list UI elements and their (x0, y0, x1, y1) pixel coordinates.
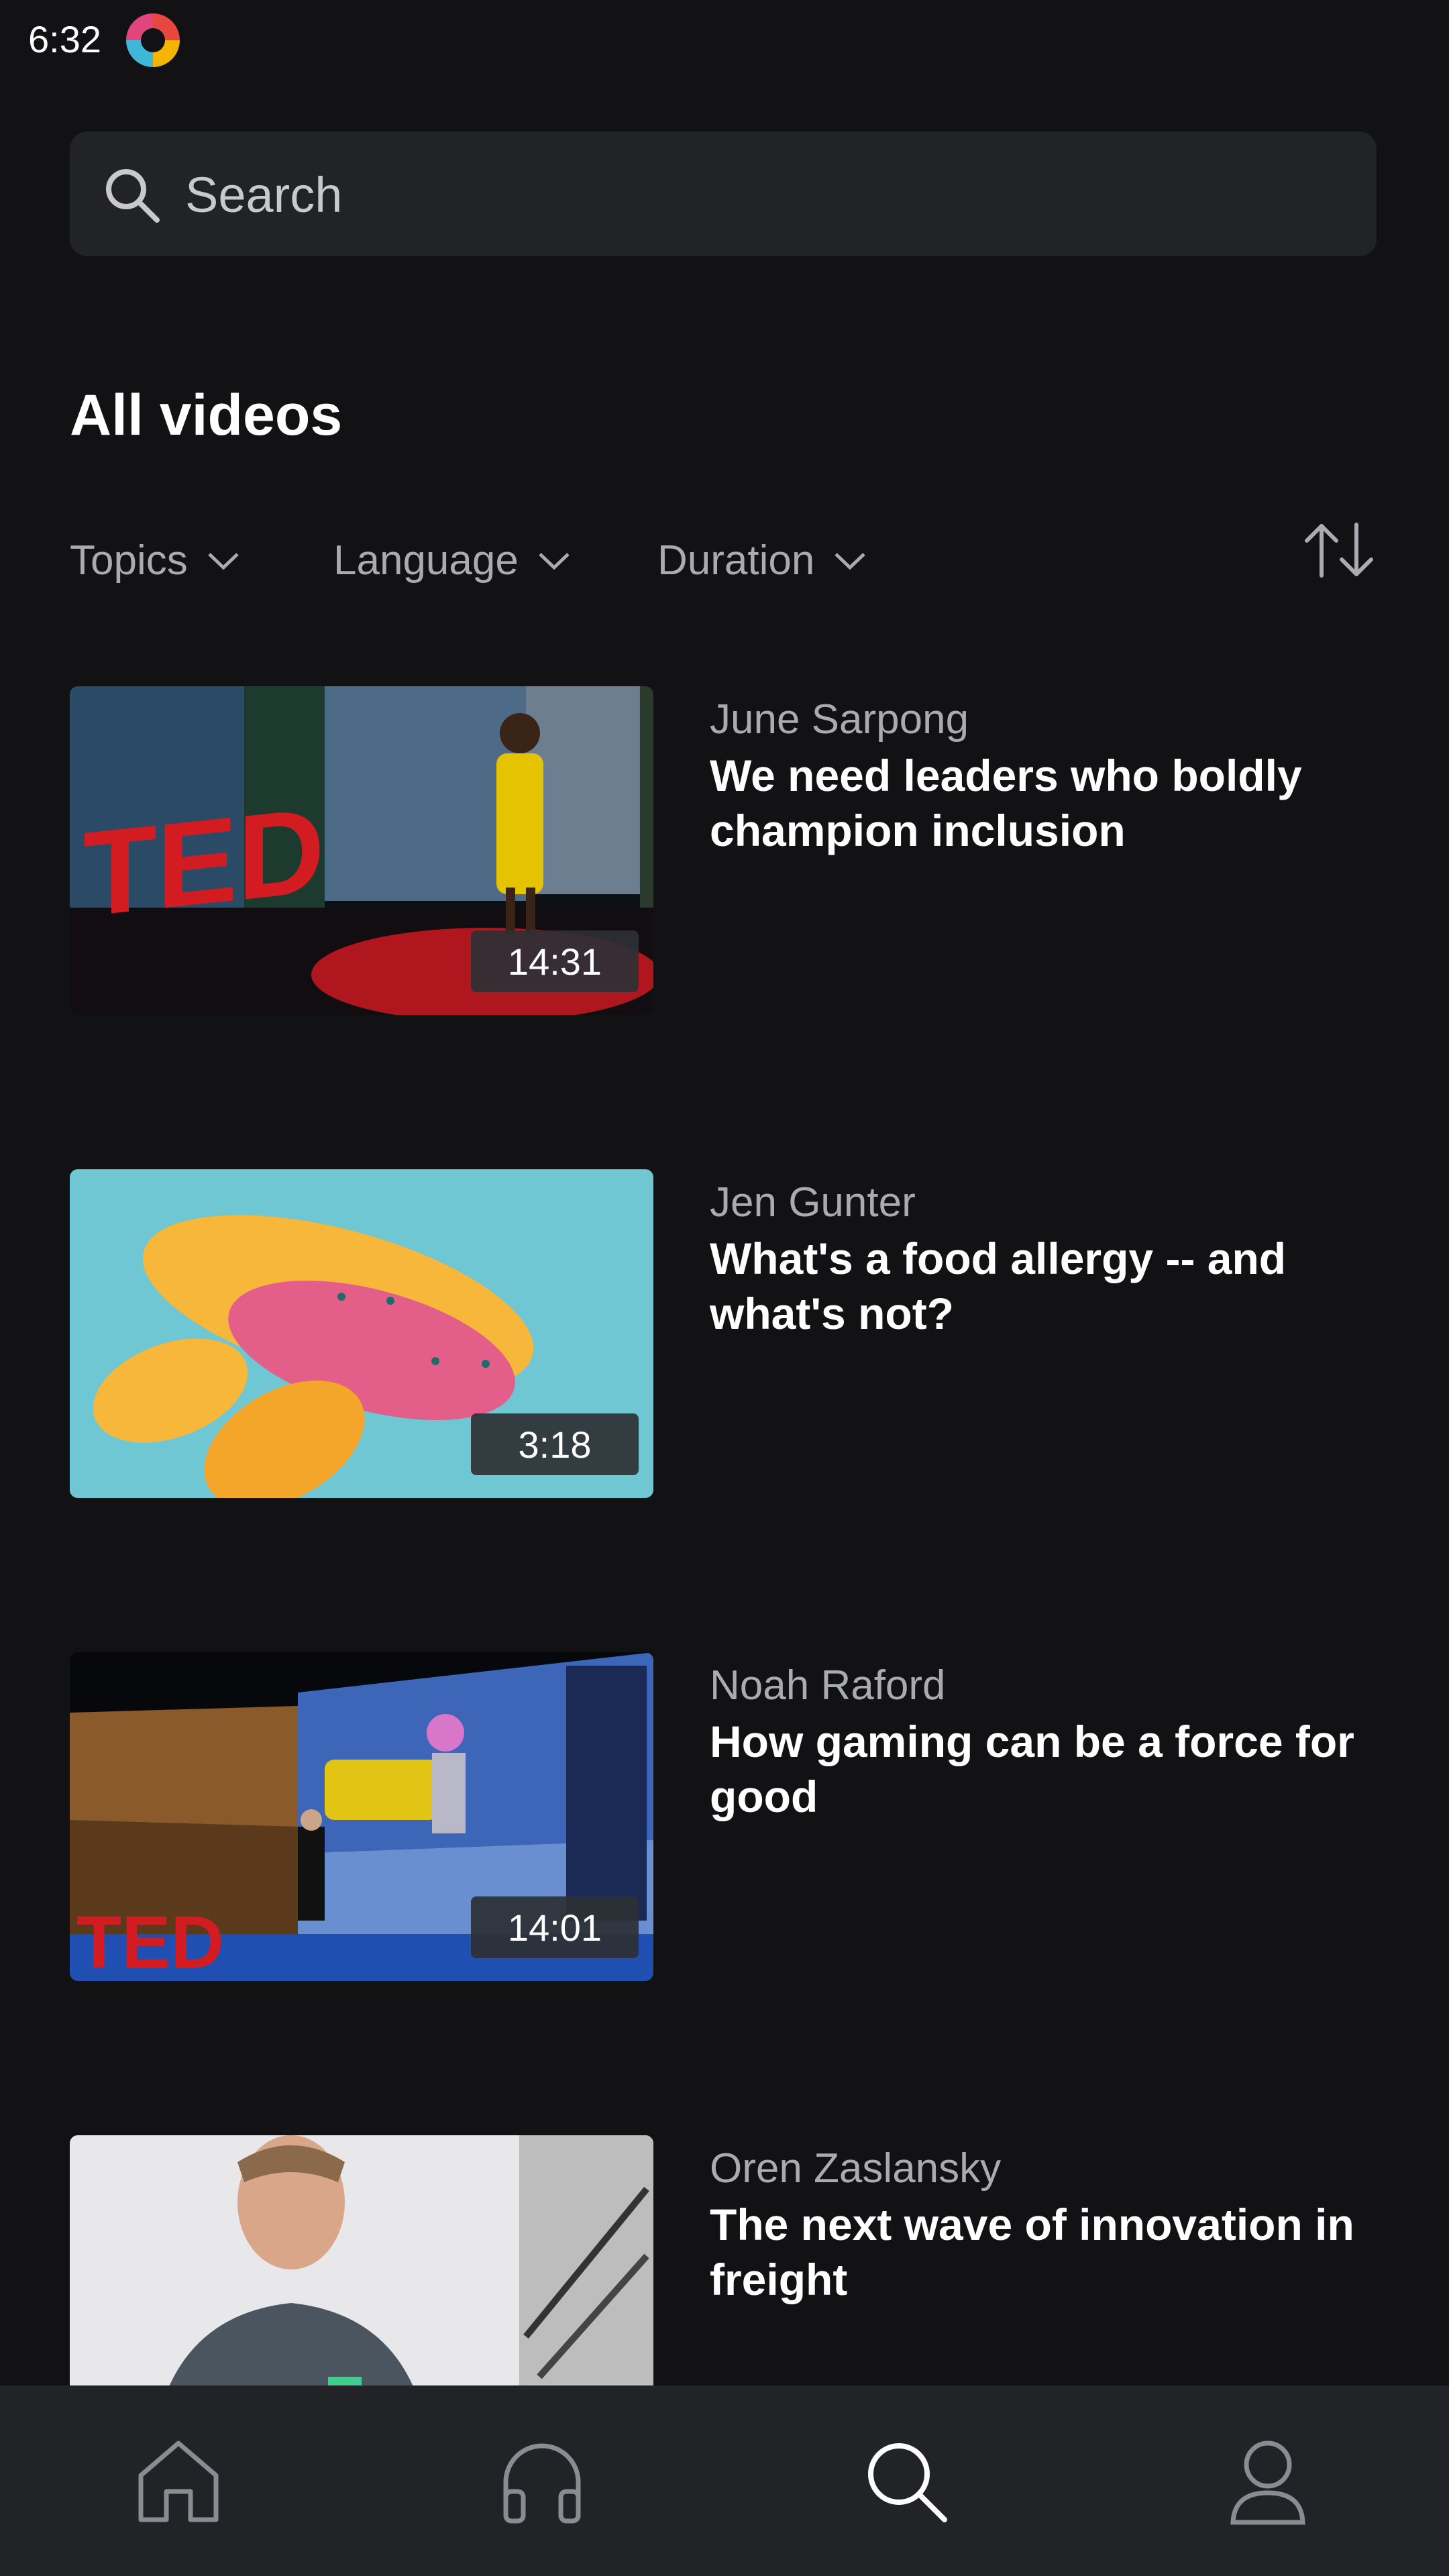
search-input[interactable] (184, 131, 1327, 258)
video-duration: 14:01 (471, 1896, 639, 1958)
video-thumbnail[interactable]: 3:18 (70, 1169, 653, 1498)
search-icon (106, 169, 160, 223)
video-duration: 3:18 (471, 1413, 639, 1475)
chevron-down-icon (835, 553, 866, 570)
nav-listen[interactable] (482, 2420, 602, 2541)
video-item[interactable]: 3:18 Jen Gunter What's a food allergy --… (70, 1169, 1379, 1498)
filter-duration[interactable]: Duration (657, 523, 867, 597)
video-title[interactable]: What's a food allergy -- and what's not? (710, 1231, 1381, 1341)
headphones-icon (503, 2443, 581, 2524)
filter-topics-label: Topics (70, 537, 188, 584)
chevron-down-icon (208, 553, 239, 570)
svg-text:TED: TED (76, 1901, 224, 1981)
video-item[interactable]: TED 14:31 June Sarpong We need leaders w… (70, 686, 1379, 1015)
filter-language-label: Language (333, 537, 519, 584)
status-time: 6:32 (28, 18, 101, 60)
video-thumbnail[interactable]: TED 14:31 (70, 686, 653, 1015)
app-notification-icon (126, 13, 180, 67)
search-icon (868, 2443, 947, 2522)
chevron-down-icon (539, 553, 570, 570)
nav-home[interactable] (118, 2420, 239, 2541)
video-speaker: June Sarpong (710, 696, 969, 743)
video-speaker: Jen Gunter (710, 1179, 916, 1226)
sort-icon[interactable] (1299, 517, 1379, 584)
profile-icon (1230, 2440, 1305, 2525)
filter-language[interactable]: Language (333, 523, 571, 597)
video-item[interactable]: TED 14:01 Noah Raford How gaming can be … (70, 1652, 1379, 1981)
svg-text:TED: TED (83, 783, 325, 943)
nav-profile[interactable] (1208, 2420, 1328, 2541)
page-title: All videos (70, 383, 343, 447)
bottom-navigation (0, 2385, 1449, 2576)
status-bar: 6:32 (0, 0, 1449, 80)
video-speaker: Noah Raford (710, 1662, 946, 1709)
filter-topics[interactable]: Topics (70, 523, 240, 597)
video-title[interactable]: The next wave of innovation in freight (710, 2197, 1381, 2307)
nav-search[interactable] (845, 2420, 966, 2541)
video-speaker: Oren Zaslansky (710, 2145, 1002, 2192)
video-title[interactable]: How gaming can be a force for good (710, 1714, 1381, 1824)
video-duration: 14:31 (471, 930, 639, 992)
video-title[interactable]: We need leaders who boldly champion incl… (710, 748, 1381, 858)
search-bar[interactable] (70, 131, 1377, 258)
filter-duration-label: Duration (657, 537, 815, 584)
home-icon (138, 2440, 219, 2522)
video-thumbnail[interactable]: TED 14:01 (70, 1652, 653, 1981)
